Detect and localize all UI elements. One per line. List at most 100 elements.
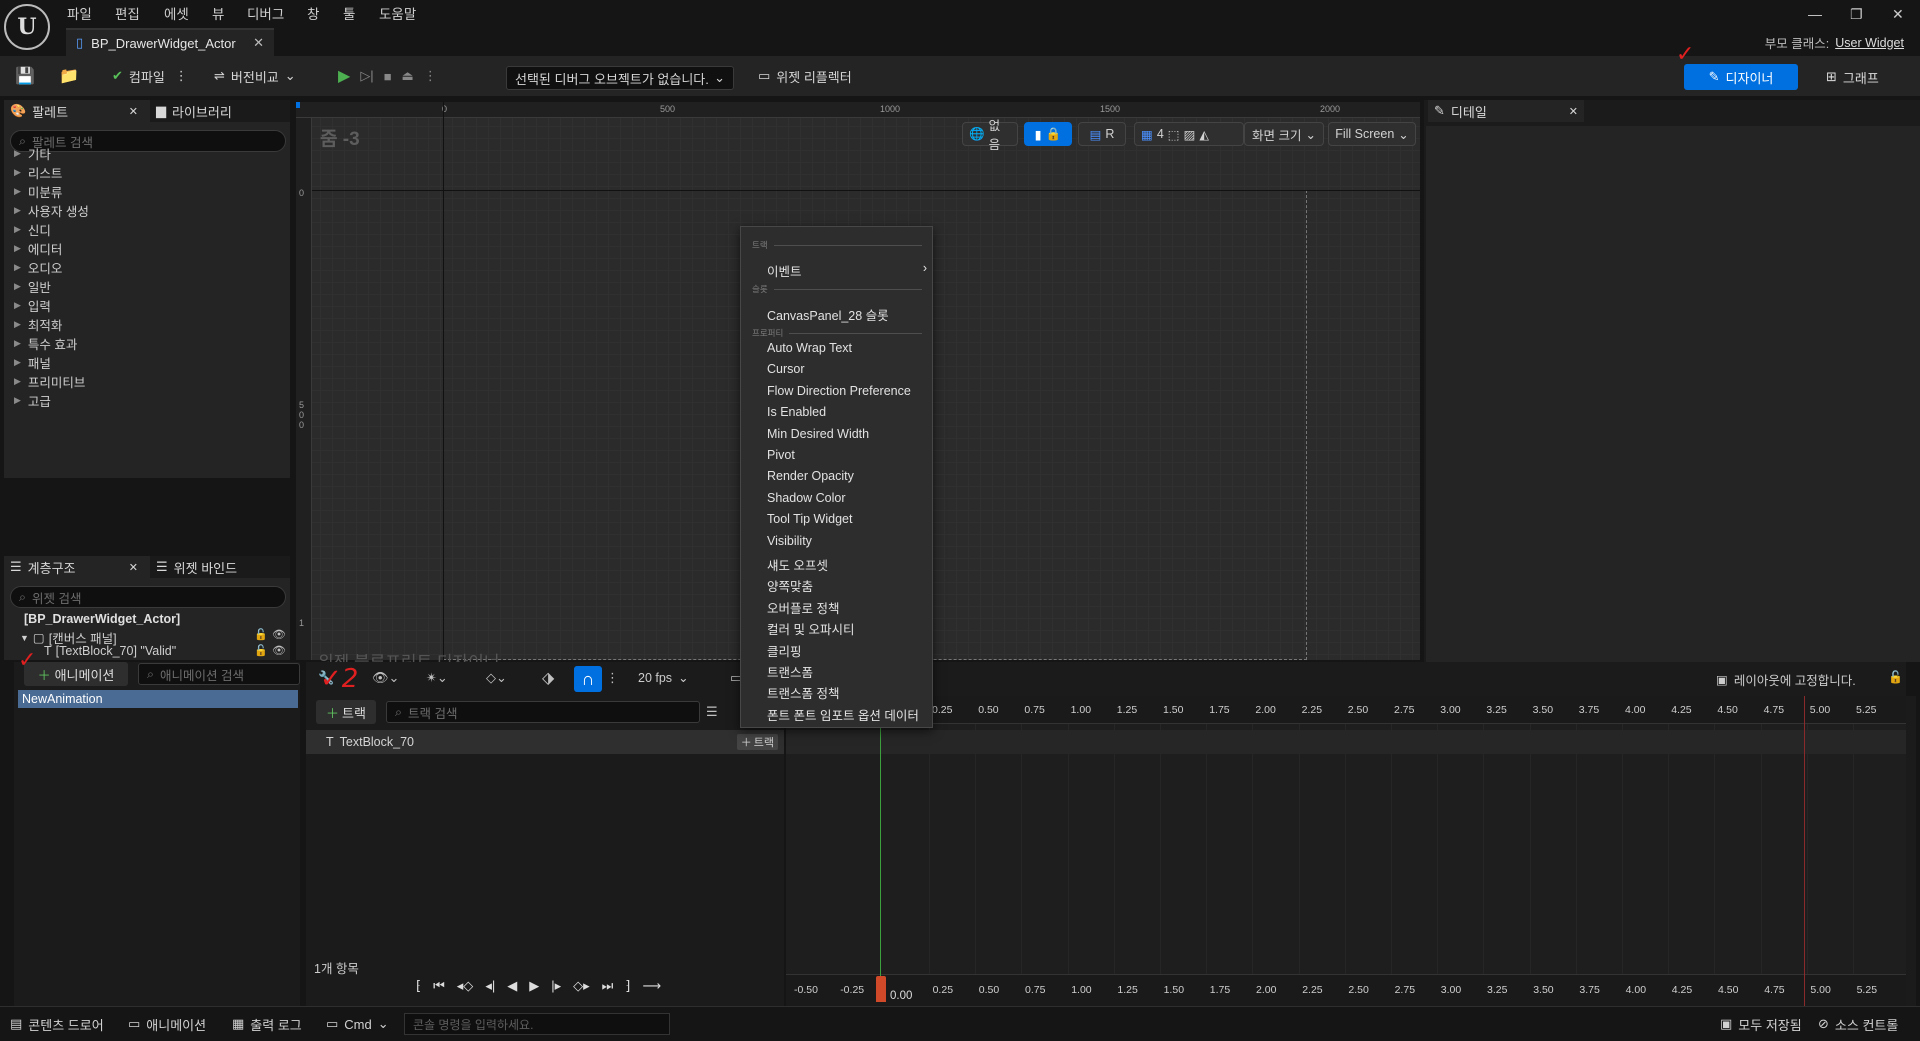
- lock-icon[interactable]: 🔓: [254, 644, 268, 657]
- menu-debug[interactable]: 디버그: [247, 3, 284, 23]
- ctx-event-item[interactable]: 이벤트 ›: [767, 261, 927, 280]
- ctx-property-item[interactable]: Visibility: [767, 534, 812, 548]
- play-forward-icon[interactable]: ▶: [529, 978, 539, 994]
- row-add-track-button[interactable]: ＋ 트랙: [736, 734, 778, 750]
- ctx-property-item[interactable]: Tool Tip Widget: [767, 512, 852, 526]
- library-tab[interactable]: ▆ 라이브러리: [150, 100, 290, 122]
- animation-list-item[interactable]: NewAnimation: [18, 690, 298, 708]
- document-tab[interactable]: ▯ BP_DrawerWidget_Actor ✕: [66, 28, 274, 56]
- animation-status-button[interactable]: ▭ 애니메이션: [128, 1007, 206, 1041]
- key-icon[interactable]: ⬗: [542, 668, 554, 688]
- bindings-tab[interactable]: ☰ 위젯 바인드: [150, 556, 290, 578]
- palette-category[interactable]: ▶ 패널: [14, 353, 51, 372]
- add-track-button[interactable]: ＋ 트랙: [316, 700, 376, 724]
- compile-options-icon[interactable]: ⋮: [175, 68, 188, 84]
- parent-class-link[interactable]: User Widget: [1835, 36, 1904, 50]
- step-icon[interactable]: ▷|: [360, 68, 373, 84]
- palette-category[interactable]: ▶ 에디터: [14, 239, 62, 258]
- jump-end-icon[interactable]: ⏭: [602, 978, 614, 994]
- lock-to-layout[interactable]: ▣ 레이아웃에 고정합니다.: [1716, 670, 1856, 689]
- track-row[interactable]: T TextBlock_70 ＋ 트랙: [306, 730, 784, 754]
- ctx-property-item[interactable]: 오버플로 정책: [767, 598, 839, 617]
- play-icon[interactable]: ▶: [338, 66, 350, 86]
- palette-tab[interactable]: 🎨 팔레트 ✕: [10, 100, 142, 122]
- hierarchy-textblock[interactable]: T [TextBlock_70] "Valid": [44, 644, 176, 658]
- close-window-icon[interactable]: ✕: [1892, 6, 1904, 23]
- transform-options-icon[interactable]: ✴⌄: [426, 670, 448, 686]
- ctx-property-item[interactable]: Shadow Color: [767, 491, 846, 505]
- menu-tools[interactable]: 툴: [343, 3, 355, 23]
- palette-category[interactable]: ▶ 고급: [14, 391, 51, 410]
- cmd-dropdown[interactable]: ▭ Cmd ⌄: [326, 1007, 389, 1041]
- hierarchy-tab[interactable]: ☰ 계층구조 ✕: [10, 556, 142, 578]
- eye-icon[interactable]: 👁: [272, 644, 286, 657]
- keyframe-icon[interactable]: ◇⌄: [486, 670, 507, 686]
- console-input[interactable]: 콘솔 명령을 입력하세요.: [404, 1013, 670, 1035]
- content-drawer-button[interactable]: ▤ 콘텐츠 드로어: [10, 1007, 104, 1041]
- menu-view[interactable]: 뷰: [212, 3, 224, 23]
- filter-icon[interactable]: ☰: [706, 704, 718, 720]
- palette-category[interactable]: ▶ 기타: [14, 144, 51, 163]
- step-back-icon[interactable]: ◂|: [485, 978, 495, 994]
- menu-edit[interactable]: 편집: [115, 3, 140, 23]
- palette-category[interactable]: ▶ 최적화: [14, 315, 62, 334]
- palette-category[interactable]: ▶ 리스트: [14, 163, 62, 182]
- next-key-icon[interactable]: ◇▸: [573, 978, 590, 994]
- localization-button[interactable]: 🌐 없음: [962, 119, 1018, 152]
- lock-icon[interactable]: 🔓: [1888, 670, 1903, 684]
- all-saved-button[interactable]: ▣ 모두 저장됨: [1720, 1007, 1802, 1041]
- ctx-property-item[interactable]: Flow Direction Preference: [767, 384, 911, 398]
- designer-mode-button[interactable]: ✎ 디자이너: [1684, 64, 1798, 90]
- unreal-logo-icon[interactable]: U: [4, 4, 50, 50]
- screen-size-dropdown[interactable]: 화면 크기 ⌄: [1244, 122, 1324, 146]
- fps-dropdown[interactable]: 20 fps ⌄: [638, 670, 689, 686]
- source-control-button[interactable]: ⊘ 소스 컨트롤: [1818, 1007, 1898, 1041]
- ctx-property-item[interactable]: Render Opacity: [767, 469, 854, 483]
- ctx-property-item[interactable]: Is Enabled: [767, 405, 826, 419]
- save-icon[interactable]: 💾: [12, 63, 38, 89]
- ctx-slot-item[interactable]: CanvasPanel_28 슬롯: [767, 305, 889, 324]
- stop-icon[interactable]: ■: [384, 69, 392, 84]
- minimize-icon[interactable]: —: [1808, 6, 1822, 22]
- timeline-panel[interactable]: 0.25 0.50 0.75 1.00 1.25 1.50 1.75 2.00 2.25 2.50…: [786, 696, 1906, 1006]
- ctx-property-item[interactable]: 클리핑: [767, 641, 802, 660]
- ctx-property-item[interactable]: 섀도 오프셋: [767, 555, 828, 574]
- add-animation-button[interactable]: ＋ 애니메이션: [24, 662, 128, 686]
- ctx-property-item[interactable]: 트랜스폼 정책: [767, 683, 839, 702]
- palette-category[interactable]: ▶ 프리미티브: [14, 372, 85, 391]
- ctx-property-item[interactable]: 컬러 및 오파시티: [767, 619, 854, 638]
- respect-locks-toggle[interactable]: ▤ R: [1078, 122, 1126, 146]
- eject-icon[interactable]: ⏏: [402, 68, 414, 84]
- ctx-property-item[interactable]: Min Desired Width: [767, 427, 869, 441]
- reverse-play-icon[interactable]: ◀: [507, 978, 517, 994]
- palette-category[interactable]: ▶ 오디오: [14, 258, 62, 277]
- browse-icon[interactable]: 📁: [56, 63, 82, 89]
- snap-options-icon[interactable]: ⋮: [606, 670, 619, 686]
- menu-help[interactable]: 도움말: [379, 3, 416, 23]
- play-options-icon[interactable]: ⋮: [424, 68, 437, 84]
- collapse-arrow-icon[interactable]: ▼: [20, 633, 29, 643]
- menu-file[interactable]: 파일: [67, 3, 92, 23]
- close-icon[interactable]: ✕: [129, 105, 138, 118]
- debug-object-select[interactable]: 선택된 디버그 오브젝트가 없습니다. ⌄: [506, 66, 734, 90]
- track-search[interactable]: ⌕ 트랙 검색: [386, 701, 700, 723]
- fill-screen-dropdown[interactable]: Fill Screen ⌄: [1328, 122, 1416, 146]
- close-icon[interactable]: ✕: [129, 561, 138, 574]
- palette-search[interactable]: ⌕ 팔레트 검색: [10, 130, 286, 152]
- eye-options-icon[interactable]: 👁⌄: [372, 670, 399, 686]
- to-end-icon[interactable]: ⁆: [625, 978, 630, 994]
- palette-category[interactable]: ▶ 일반: [14, 277, 51, 296]
- ctx-property-item[interactable]: 폰트 폰트 임포트 옵션 데이터: [767, 705, 919, 724]
- diff-button[interactable]: ⇌ 버전비교 ⌄: [214, 56, 296, 96]
- ctx-property-item[interactable]: Auto Wrap Text: [767, 341, 852, 355]
- palette-category[interactable]: ▶ 사용자 생성: [14, 201, 89, 220]
- ctx-property-item[interactable]: Pivot: [767, 448, 795, 462]
- ctx-property-item[interactable]: 양쪽맞춤: [767, 576, 813, 595]
- close-icon[interactable]: ✕: [1569, 105, 1578, 118]
- palette-category[interactable]: ▶ 특수 효과: [14, 334, 77, 353]
- ctx-property-item[interactable]: 트랜스폼: [767, 662, 813, 681]
- hierarchy-root[interactable]: [BP_DrawerWidget_Actor]: [24, 612, 180, 626]
- playhead-handle[interactable]: [876, 976, 886, 1002]
- widget-reflector-button[interactable]: ▭ 위젯 리플렉터: [758, 56, 852, 96]
- to-start-icon[interactable]: ⁅: [416, 978, 421, 994]
